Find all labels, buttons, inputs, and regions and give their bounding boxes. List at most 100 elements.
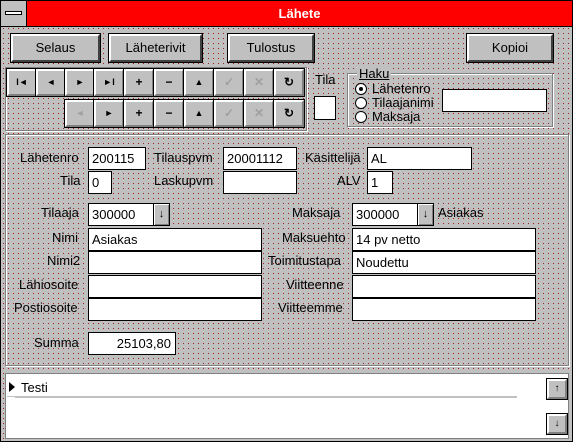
cancel-icon: ✕: [253, 75, 265, 89]
rows-prev-button[interactable]: ◄: [64, 99, 96, 128]
first-icon: I◄: [16, 77, 28, 87]
plus-icon: +: [135, 106, 143, 120]
rows-refresh-button[interactable]: ↻: [273, 99, 305, 128]
rows-button-label: Läheterivit: [125, 40, 186, 55]
next-icon: ►: [75, 77, 85, 87]
rows-delete-button[interactable]: −: [153, 99, 185, 128]
toimitustapa-field[interactable]: Noudettu: [352, 251, 536, 274]
search-group-title: Haku: [359, 66, 390, 81]
alv-field[interactable]: 1: [367, 171, 393, 194]
rows-up-button[interactable]: ▲: [183, 99, 215, 128]
maksuehto-label: Maksuehto: [282, 230, 346, 245]
search-group-label: Haku: [357, 66, 392, 81]
radio-tilaajanimi-label: Tilaajanimi: [372, 95, 434, 110]
tilaaja-field[interactable]: 300000: [88, 203, 154, 226]
tilaaja-label: Tilaaja: [41, 205, 79, 220]
last-icon: ►I: [103, 77, 115, 87]
print-button[interactable]: Tulostus: [227, 33, 315, 63]
lahetenro-label: Lähetenro: [20, 150, 79, 165]
viitteemme-field[interactable]: [352, 298, 536, 321]
system-menu-button[interactable]: [1, 1, 27, 26]
plus-icon: +: [135, 75, 143, 89]
copy-button-label: Kopioi: [491, 40, 529, 55]
window-title: Lähete: [278, 6, 321, 21]
browse-button[interactable]: Selaus: [10, 33, 101, 63]
radio-lahetenro-label: Lähetenro: [372, 81, 431, 96]
save-button[interactable]: ✓: [213, 68, 245, 97]
delete-record-button[interactable]: −: [153, 68, 185, 97]
radio-tilaajanimi[interactable]: [355, 97, 367, 109]
rows-save-button[interactable]: ✓: [213, 99, 245, 128]
nimi2-label: Nimi2: [47, 253, 81, 268]
alv-label: ALV: [337, 173, 361, 188]
radio-lahetenro[interactable]: [355, 83, 367, 95]
postiosoite-label: Postiosoite: [14, 300, 78, 315]
arrow-down-icon: ↓: [158, 208, 165, 220]
scroll-up-button[interactable]: ↑: [546, 378, 568, 400]
tila-checkbox[interactable]: [314, 96, 336, 120]
lahetenro-field[interactable]: 200115: [88, 147, 146, 170]
minus-icon: −: [165, 75, 173, 89]
toimitustapa-label: Toimitustapa: [268, 253, 341, 268]
lahete-window: Lähete Selaus Läheterivit Tulostus Kopio…: [0, 0, 573, 442]
tilauspvm-field[interactable]: 20001112: [223, 147, 297, 170]
laskupvm-field[interactable]: [223, 171, 297, 194]
rows-add-button[interactable]: +: [123, 99, 155, 128]
title-bar: Lähete: [1, 1, 572, 27]
copy-button[interactable]: Kopioi: [466, 33, 554, 63]
cancel-icon: ✕: [253, 106, 265, 120]
next-record-button[interactable]: ►: [64, 68, 96, 97]
system-menu-icon: [5, 11, 22, 15]
first-record-button[interactable]: I◄: [6, 68, 38, 97]
laskupvm-label: Laskupvm: [154, 173, 214, 188]
prev-icon: ◄: [46, 77, 56, 87]
cancel-button[interactable]: ✕: [243, 68, 275, 97]
radio-maksaja[interactable]: [355, 111, 367, 123]
prev-icon: ◄: [75, 108, 85, 118]
viitteemme-label: Viitteemme: [278, 300, 343, 315]
rows-button[interactable]: Läheterivit: [108, 33, 203, 63]
add-record-button[interactable]: +: [123, 68, 155, 97]
kasittelija-field[interactable]: AL: [367, 147, 472, 170]
print-button-label: Tulostus: [246, 40, 296, 55]
tilaaja-dropdown-button[interactable]: ↓: [153, 203, 170, 226]
last-record-button[interactable]: ►I: [93, 68, 125, 97]
summa-field[interactable]: 25103,80: [88, 332, 176, 355]
minus-icon: −: [165, 106, 173, 120]
lahiosoite-label: Lähiosoite: [19, 277, 79, 292]
refresh-icon: ↻: [283, 75, 295, 89]
viitteenne-field[interactable]: [352, 275, 536, 298]
postiosoite-field[interactable]: [88, 298, 262, 321]
maksaja-label: Maksaja: [292, 205, 341, 220]
browse-button-label: Selaus: [35, 40, 76, 55]
tila-field[interactable]: 0: [88, 171, 112, 194]
record-selector-icon: [9, 382, 15, 392]
arrow-up-icon: ↑: [554, 383, 560, 394]
refresh-button[interactable]: ↻: [273, 68, 305, 97]
rows-cancel-button[interactable]: ✕: [243, 99, 275, 128]
maksaja-name: Asiakas: [438, 205, 484, 220]
nimi-label: Nimi: [52, 230, 78, 245]
notes-text: Testi: [21, 380, 48, 395]
lahiosoite-field[interactable]: [88, 275, 262, 298]
nimi-field[interactable]: Asiakas: [88, 228, 262, 251]
maksaja-dropdown-button[interactable]: ↓: [417, 203, 434, 226]
up-icon: ▲: [194, 108, 204, 118]
refresh-icon: ↻: [283, 106, 295, 120]
up-icon: ▲: [194, 77, 204, 87]
maksaja-field[interactable]: 300000: [352, 203, 418, 226]
row-divider: [15, 397, 517, 398]
notes-row[interactable]: Testi: [7, 377, 517, 397]
scroll-down-button[interactable]: ↓: [546, 413, 568, 435]
viitteenne-label: Viitteenne: [286, 277, 344, 292]
search-input[interactable]: [442, 89, 547, 112]
check-icon: ✓: [223, 75, 235, 89]
prev-record-button[interactable]: ◄: [35, 68, 67, 97]
rows-next-button[interactable]: ►: [93, 99, 125, 128]
maksuehto-field[interactable]: 14 pv netto: [352, 228, 536, 251]
up-button[interactable]: ▲: [183, 68, 215, 97]
kasittelija-label: Käsittelijä: [305, 150, 361, 165]
summa-label: Summa: [34, 335, 79, 350]
radio-maksaja-label: Maksaja: [372, 109, 421, 124]
nimi2-field[interactable]: [88, 251, 262, 274]
